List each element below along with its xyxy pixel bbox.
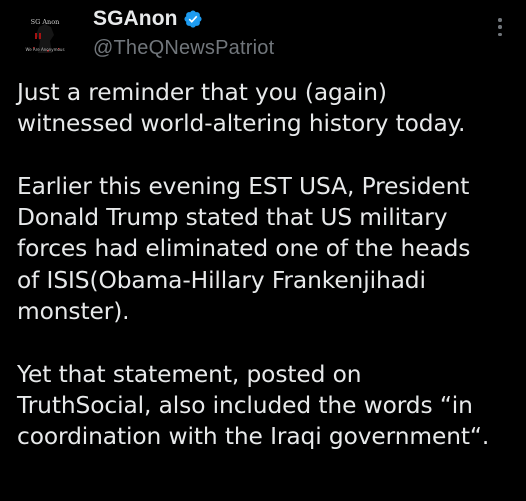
post-paragraph: Yet that statement, posted on TruthSocia… — [17, 360, 490, 451]
post-paragraph: Earlier this evening EST USA, President … — [17, 172, 471, 326]
more-dot — [498, 32, 502, 36]
verified-badge-icon — [183, 9, 203, 29]
user-handle[interactable]: @TheQNewsPatriot — [93, 37, 473, 60]
post-header: SGAnon @TheQNewsPatriot — [93, 6, 473, 60]
avatar-logo-icon: SG Anon We Are Anonymous — [16, 7, 74, 65]
more-dot — [498, 25, 502, 29]
avatar[interactable]: SG Anon We Are Anonymous — [16, 7, 74, 65]
post-body: Just a reminder that you (again) witness… — [17, 77, 517, 453]
post-paragraph: Just a reminder that you (again) witness… — [17, 79, 466, 138]
name-row: SGAnon — [93, 6, 473, 32]
avatar-label-top: SG Anon — [31, 18, 60, 26]
avatar-label-bottom: We Are Anonymous — [25, 47, 64, 52]
post: SG Anon We Are Anonymous SGAnon @TheQNew… — [0, 0, 526, 501]
more-vertical-icon — [498, 18, 502, 22]
display-name[interactable]: SGAnon — [93, 7, 178, 31]
more-options-button[interactable] — [490, 14, 510, 40]
